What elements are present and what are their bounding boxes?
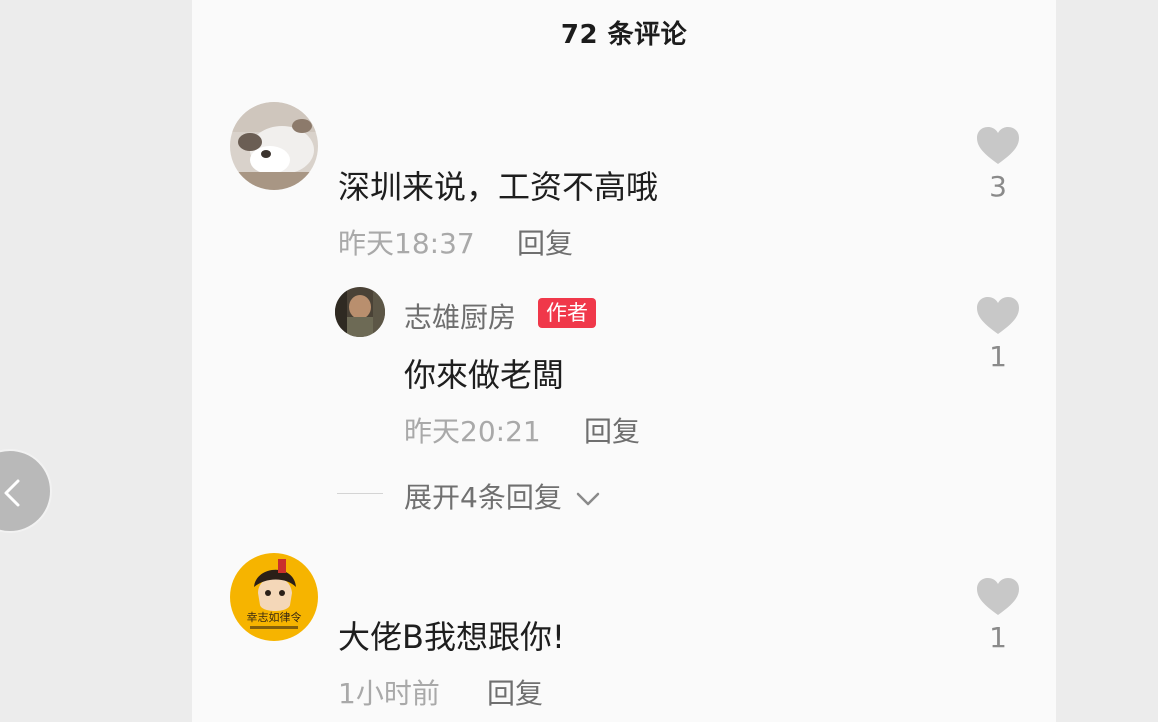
heart-icon <box>977 127 1019 164</box>
like-button[interactable]: 1 <box>968 296 1028 373</box>
expand-replies-button[interactable]: 展开4条回复 <box>404 476 601 516</box>
expand-replies-label: 展开4条回复 <box>404 481 562 514</box>
avatar[interactable]: 幸志如律令 <box>230 553 318 641</box>
chef-photo-avatar-icon <box>335 287 385 337</box>
comments-panel: 72 条评论 深圳来说，工资不高哦 昨天18:37 回复 3 志雄厨房 作者 你… <box>192 0 1056 722</box>
heart-icon <box>977 297 1019 334</box>
reply-button[interactable]: 回复 <box>487 672 543 712</box>
like-button[interactable]: 3 <box>968 126 1028 203</box>
reply-button[interactable]: 回复 <box>584 410 640 450</box>
app-screen: 72 条评论 深圳来说，工资不高哦 昨天18:37 回复 3 志雄厨房 作者 你… <box>0 0 1158 722</box>
avatar[interactable] <box>335 287 385 337</box>
comment-text: 大佬B我想跟你! <box>338 618 565 656</box>
comment-text: 深圳来说，工资不高哦 <box>338 168 659 206</box>
chevron-down-icon <box>576 492 599 506</box>
cartoon-yellow-avatar-icon: 幸志如律令 <box>230 553 318 641</box>
like-count: 3 <box>989 170 1007 203</box>
reply-button[interactable]: 回复 <box>517 222 573 262</box>
chevron-left-icon <box>4 479 20 507</box>
avatar[interactable] <box>230 102 318 190</box>
heart-icon <box>977 578 1019 615</box>
like-button[interactable]: 1 <box>968 577 1028 654</box>
like-count: 1 <box>989 340 1007 373</box>
comment-time: 昨天18:37 <box>338 227 475 260</box>
comment-count-title: 72 条评论 <box>560 20 688 50</box>
divider <box>337 493 383 494</box>
author-badge: 作者 <box>538 298 596 328</box>
comment-time: 昨天20:21 <box>404 415 541 448</box>
back-button[interactable] <box>0 449 52 533</box>
author-name[interactable]: 志雄厨房 <box>404 296 516 336</box>
like-count: 1 <box>989 621 1007 654</box>
comment-time: 1小时前 <box>338 677 440 710</box>
cat-photo-avatar-icon <box>230 102 318 190</box>
svg-text:幸志如律令: 幸志如律令 <box>247 610 302 624</box>
comment-text: 你來做老闆 <box>404 356 565 394</box>
